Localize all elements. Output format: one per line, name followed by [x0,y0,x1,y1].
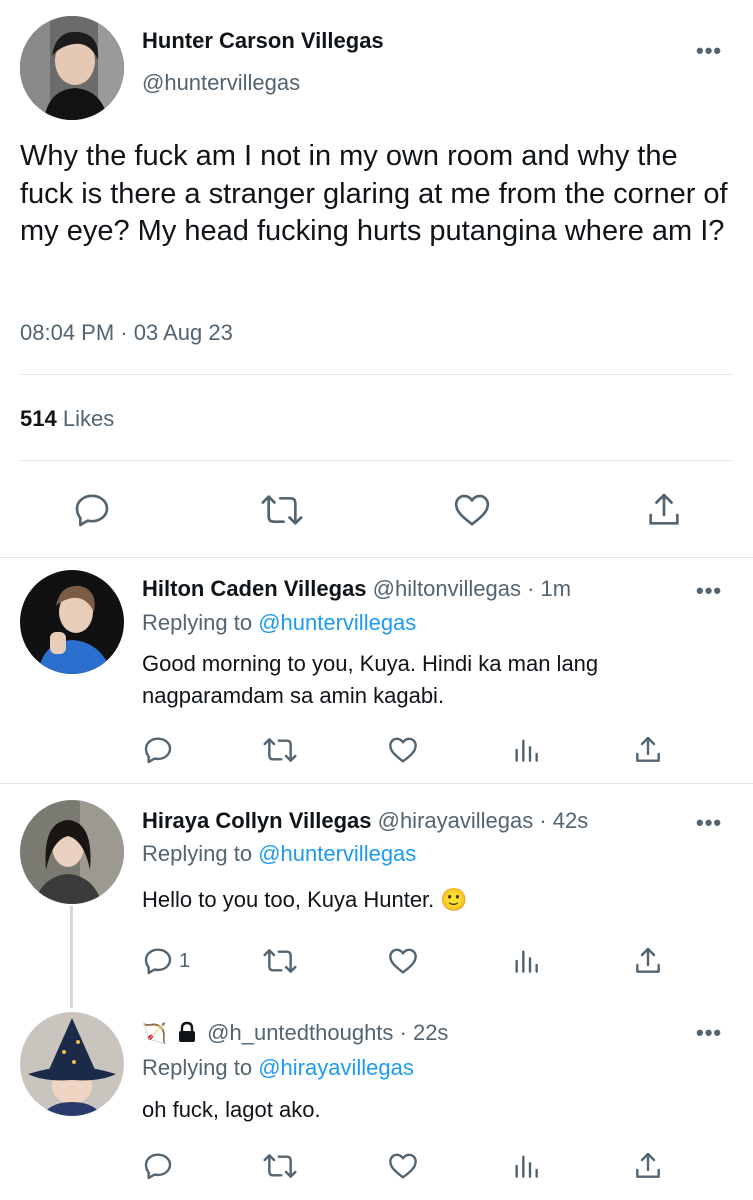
retweet-icon[interactable] [262,1150,298,1182]
reply-icon[interactable] [142,734,174,766]
like-icon[interactable] [387,1150,419,1182]
more-options-icon[interactable]: ••• [696,1020,722,1046]
reply-avatar[interactable] [20,1012,124,1116]
like-icon[interactable] [452,490,492,530]
analytics-icon[interactable] [510,734,542,766]
reply-text: oh fuck, lagot ako. [142,1097,321,1122]
main-timestamp[interactable]: 08:04 PM · 03 Aug 23 [20,320,233,346]
replying-to: Replying to @huntervillegas [142,841,416,867]
main-handle[interactable]: @huntervillegas [142,70,300,96]
reply-avatar[interactable] [20,800,124,904]
reply-header: Hiraya Collyn Villegas @hirayavillegas ·… [142,808,588,834]
replying-to-link[interactable]: @huntervillegas [258,610,416,635]
replying-to-link[interactable]: @hirayavillegas [258,1055,414,1080]
reply-text: Good morning to you, Kuya. Hindi ka man … [142,651,599,708]
divider [0,557,753,558]
lock-icon [177,1021,197,1043]
divider [20,460,733,461]
more-options-icon[interactable]: ••• [696,38,722,64]
more-options-icon[interactable]: ••• [696,810,722,836]
analytics-icon[interactable] [510,1150,542,1182]
replying-prefix: Replying to [142,1055,253,1080]
reply-handle-time[interactable]: @hiltonvillegas · 1m [373,576,571,601]
replying-prefix: Replying to [142,610,253,635]
like-icon[interactable] [387,734,419,766]
share-icon[interactable] [632,945,664,977]
divider [20,374,733,375]
retweet-icon[interactable] [260,490,304,530]
retweet-icon[interactable] [262,734,298,766]
reply-handle-time[interactable]: @h_untedthoughts · 22s [207,1020,448,1045]
replying-to: Replying to @hirayavillegas [142,1055,414,1081]
likes-stat[interactable]: 514 Likes [20,406,114,432]
reply-text: Hello to you too, Kuya Hunter. 🙂 [142,887,468,912]
reply-icon[interactable] [142,945,174,977]
reply-display-name[interactable]: 🏹 [142,1021,167,1045]
main-tweet-text: Why the fuck am I not in my own room and… [20,140,728,247]
share-icon[interactable] [644,490,684,530]
retweet-icon[interactable] [262,945,298,977]
replying-prefix: Replying to [142,841,253,866]
like-icon[interactable] [387,945,419,977]
reply-icon[interactable] [142,1150,174,1182]
thread-line [70,906,73,1008]
divider [0,783,753,784]
share-icon[interactable] [632,1150,664,1182]
reply-header: Hilton Caden Villegas @hiltonvillegas · … [142,576,571,602]
replying-to: Replying to @huntervillegas [142,610,416,636]
replying-to-link[interactable]: @huntervillegas [258,841,416,866]
main-display-name[interactable]: Hunter Carson Villegas [142,28,384,54]
more-options-icon[interactable]: ••• [696,578,722,604]
reply-avatar[interactable] [20,570,124,674]
analytics-icon[interactable] [510,945,542,977]
reply-icon[interactable] [72,490,112,530]
share-icon[interactable] [632,734,664,766]
reply-display-name[interactable]: Hilton Caden Villegas [142,576,367,601]
main-avatar[interactable] [20,16,124,120]
reply-display-name[interactable]: Hiraya Collyn Villegas [142,808,371,833]
likes-label: Likes [62,406,115,431]
reply-count: 1 [179,950,191,972]
reply-header: 🏹 @h_untedthoughts · 22s [142,1020,448,1046]
reply-handle-time[interactable]: @hirayavillegas · 42s [378,808,589,833]
likes-count: 514 [20,406,57,431]
